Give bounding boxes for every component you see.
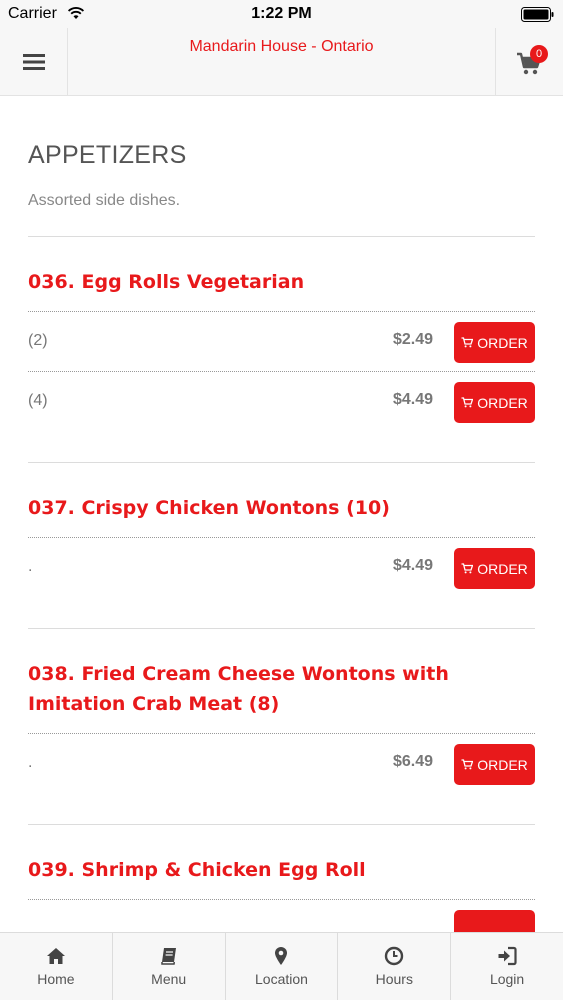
app-header: Mandarin House - Ontario 0 [0, 28, 563, 96]
item-option-row: (4) $4.49 ORDER [28, 372, 535, 432]
status-time: 1:22 PM [251, 5, 312, 22]
restaurant-title: Mandarin House - Ontario [189, 38, 374, 55]
cart-icon [461, 563, 474, 574]
item-name: 038. Fried Cream Cheese Wontons with Imi… [28, 663, 449, 715]
item-option-row: (2) $2.49 ORDER [28, 312, 535, 372]
cart-icon [461, 337, 474, 348]
item-name: 039. Shrimp & Chicken Egg Roll [28, 859, 366, 881]
option-label: . [28, 558, 33, 575]
option-label: . [28, 754, 33, 771]
tab-label: Home [37, 971, 75, 987]
order-button[interactable]: ORDER [454, 322, 535, 363]
item-list: 036. Egg Rolls Vegetarian (2) $2.49 ORDE… [28, 237, 535, 973]
book-icon [160, 948, 176, 965]
tab-label: Menu [151, 971, 187, 987]
tab-label: Location [255, 971, 308, 987]
order-button-label: ORDER [477, 394, 528, 411]
item-name: 037. Crispy Chicken Wontons (10) [28, 497, 390, 519]
hamburger-icon [22, 54, 45, 70]
order-button-label: ORDER [477, 334, 528, 351]
menu-item: 038. Fried Cream Cheese Wontons with Imi… [28, 629, 535, 825]
tab-label: Hours [375, 971, 413, 987]
order-button-label: ORDER [477, 560, 528, 577]
tab-label: Login [489, 971, 525, 987]
tab-location[interactable]: Location [226, 933, 339, 1000]
home-icon [46, 948, 65, 964]
order-button[interactable]: ORDER [454, 744, 535, 785]
cart-icon [461, 397, 474, 408]
option-label: (4) [28, 392, 48, 409]
cart-icon [461, 759, 474, 770]
item-option-row: . $6.49 ORDER [28, 734, 535, 794]
clock-icon [385, 946, 404, 966]
tab-menu[interactable]: Menu [113, 933, 226, 1000]
cart-button[interactable]: 0 [495, 28, 563, 96]
map-pin-icon [275, 947, 288, 965]
menu-item: 037. Crispy Chicken Wontons (10) . $4.49… [28, 463, 535, 629]
option-price: $4.49 [392, 391, 433, 408]
item-name: 036. Egg Rolls Vegetarian [28, 271, 305, 293]
status-bar: Carrier 1:22 PM [0, 0, 563, 28]
login-icon [498, 946, 517, 966]
option-price: $4.49 [392, 557, 433, 574]
bottom-tab-bar: Home Menu Location Hours Login [0, 932, 563, 1000]
order-button-label: ORDER [477, 756, 528, 773]
option-label: (2) [28, 332, 48, 349]
option-price: $2.49 [392, 331, 433, 348]
cart-count-badge: 0 [530, 45, 548, 63]
tab-home[interactable]: Home [0, 933, 113, 1000]
section-title: APPETIZERS [28, 141, 187, 169]
battery-icon [521, 7, 554, 22]
menu-item: 036. Egg Rolls Vegetarian (2) $2.49 ORDE… [28, 237, 535, 463]
hamburger-menu-button[interactable] [0, 28, 68, 96]
order-button[interactable]: ORDER [454, 382, 535, 423]
item-option-row: . $4.49 ORDER [28, 538, 535, 598]
order-button[interactable]: ORDER [454, 548, 535, 589]
section-description: Assorted side dishes. [28, 192, 181, 209]
option-price: $6.49 [392, 753, 433, 770]
tab-hours[interactable]: Hours [338, 933, 452, 1000]
tab-login[interactable]: Login [451, 933, 563, 1000]
menu-content: APPETIZERS Assorted side dishes. 036. Eg… [28, 97, 535, 973]
